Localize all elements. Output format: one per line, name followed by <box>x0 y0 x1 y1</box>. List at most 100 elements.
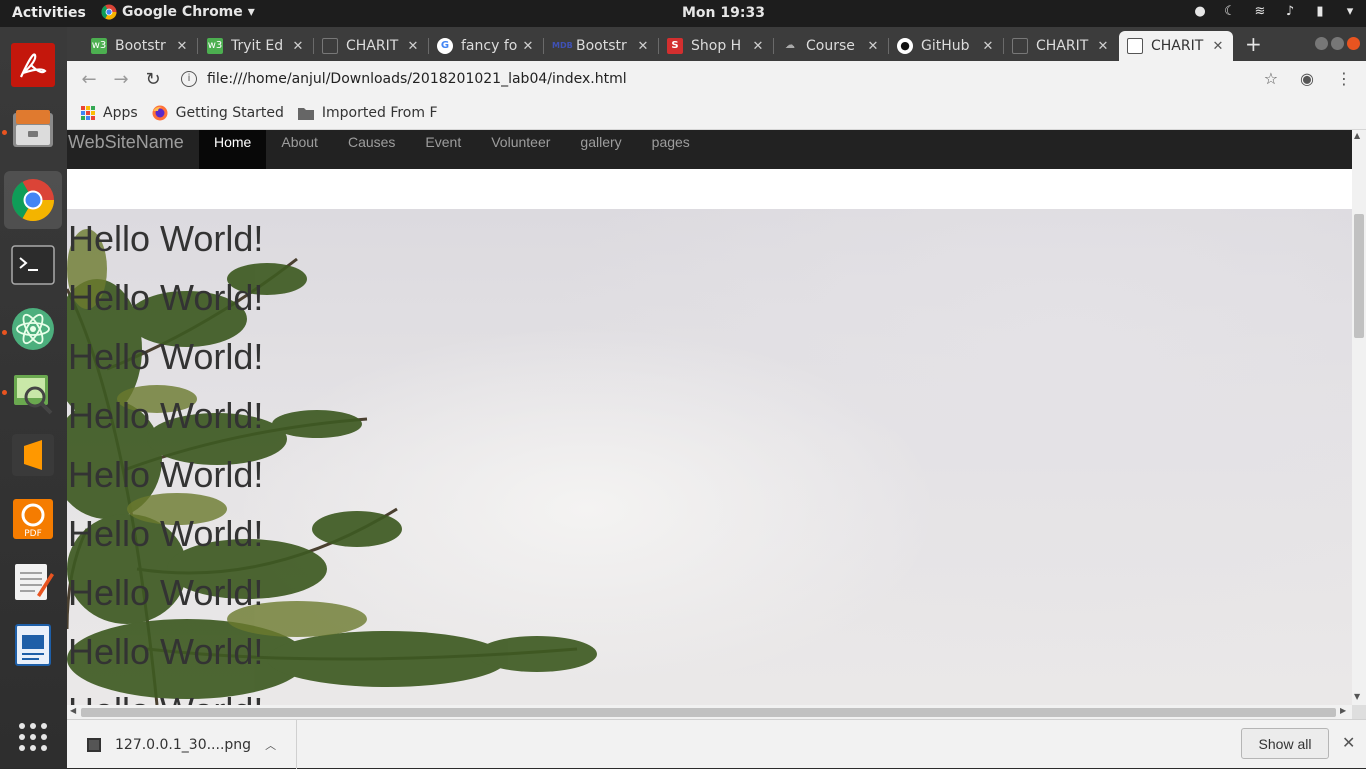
download-item[interactable]: 127.0.0.1_30....png ︿ <box>67 720 297 769</box>
clock[interactable]: Mon 19:33 <box>682 5 765 21</box>
horizontal-scroll-thumb[interactable] <box>81 708 1336 717</box>
page-viewport: WebSiteName Home About Causes Event Volu… <box>67 130 1352 705</box>
hello-heading: Hello World! <box>68 336 264 377</box>
app-menu-arrow-icon: ▾ <box>247 4 255 20</box>
nav-pages[interactable]: pages <box>637 130 705 169</box>
profile-icon[interactable]: ◉ <box>1300 69 1314 88</box>
getting-started-bookmark[interactable]: Getting Started <box>152 105 284 121</box>
apps-grid-icon <box>81 106 95 120</box>
close-tab-icon[interactable]: ✕ <box>981 39 995 54</box>
hello-heading: Hello World! <box>68 513 264 554</box>
page-icon <box>322 38 338 54</box>
close-tab-icon[interactable]: ✕ <box>866 39 880 54</box>
nav-volunteer[interactable]: Volunteer <box>476 130 565 169</box>
window-controls <box>1315 37 1360 50</box>
close-tab-icon[interactable]: ✕ <box>175 39 189 54</box>
adobe-reader-icon[interactable] <box>9 41 57 89</box>
app-name: Google Chrome <box>122 4 243 20</box>
tab-6[interactable]: ☁ Course ✕ <box>774 31 889 61</box>
scroll-right-icon[interactable]: ▶ <box>1340 706 1346 715</box>
tab-strip: w3 Bootstr ✕ w3 Tryit Ed ✕ CHARIT ✕ Gfancy fo… <box>67 27 1366 61</box>
hello-list: Hello World! Hello World! Hello World! H… <box>68 209 263 705</box>
tab-1[interactable]: w3 Tryit Ed ✕ <box>199 31 314 61</box>
hello-heading: Hello World! <box>68 454 264 495</box>
volume-icon: ♪ <box>1285 4 1295 19</box>
back-icon[interactable]: ← <box>79 69 99 90</box>
page-icon <box>1012 38 1028 54</box>
firefox-icon <box>152 105 168 121</box>
sublime-text-icon[interactable] <box>9 431 57 479</box>
close-downloads-icon[interactable]: ✕ <box>1342 733 1355 752</box>
show-applications-icon[interactable] <box>9 713 57 761</box>
bookmark-star-icon[interactable]: ☆ <box>1264 69 1278 88</box>
close-tab-icon[interactable]: ✕ <box>751 39 765 54</box>
atom-icon[interactable] <box>9 305 57 353</box>
nav-home[interactable]: Home <box>199 130 267 169</box>
google-chrome-icon[interactable] <box>4 171 62 229</box>
document-writer-icon[interactable] <box>9 621 57 669</box>
site-navbar: WebSiteName Home About Causes Event Volu… <box>67 130 1352 169</box>
tab-5[interactable]: S Shop H ✕ <box>659 31 774 61</box>
page-icon <box>1127 38 1143 54</box>
nav-causes[interactable]: Causes <box>333 130 410 169</box>
scroll-left-icon[interactable]: ◀ <box>70 706 76 715</box>
tab-2[interactable]: CHARIT ✕ <box>314 31 429 61</box>
battery-icon: ▮ <box>1316 4 1324 19</box>
new-tab-icon[interactable]: + <box>1245 32 1262 56</box>
terminal-icon[interactable] <box>9 241 57 289</box>
hello-heading: Hello World! <box>68 681 263 705</box>
close-tab-icon[interactable]: ✕ <box>1211 39 1225 54</box>
app-menu[interactable]: Google Chrome ▾ <box>101 4 255 20</box>
hero-background-image: Hello World! Hello World! Hello World! H… <box>67 209 1352 705</box>
minimize-icon[interactable] <box>1315 37 1328 50</box>
apps-bookmark[interactable]: Apps <box>81 105 138 121</box>
horizontal-scrollbar[interactable]: ◀ ▶ <box>67 705 1352 719</box>
pdf-editor-icon[interactable]: PDF <box>9 495 57 543</box>
vertical-scroll-thumb[interactable] <box>1354 214 1364 338</box>
tab-3[interactable]: Gfancy fo ✕ <box>429 31 544 61</box>
address-bar[interactable]: i file:///home/anjul/Downloads/201820102… <box>181 66 1261 92</box>
close-tab-icon[interactable]: ✕ <box>1096 39 1110 54</box>
scroll-up-icon[interactable]: ▲ <box>1354 131 1360 140</box>
close-window-icon[interactable] <box>1347 37 1360 50</box>
maximize-icon[interactable] <box>1331 37 1344 50</box>
image-file-icon <box>87 737 101 752</box>
hello-heading: Hello World! <box>68 395 264 436</box>
nav-about[interactable]: About <box>266 130 333 169</box>
tab-9-active[interactable]: CHARIT ✕ <box>1119 31 1233 61</box>
svg-text:PDF: PDF <box>24 529 42 539</box>
close-tab-icon[interactable]: ✕ <box>406 39 420 54</box>
chrome-small-icon <box>101 4 117 20</box>
download-filename: 127.0.0.1_30....png <box>115 736 252 753</box>
close-tab-icon[interactable]: ✕ <box>291 39 305 54</box>
info-icon[interactable]: i <box>181 71 197 87</box>
chevron-up-icon[interactable]: ︿ <box>265 737 276 753</box>
vertical-scrollbar[interactable]: ▲ ▼ <box>1352 130 1366 705</box>
file-manager-icon[interactable] <box>9 105 57 153</box>
hello-heading: Hello World! <box>68 277 264 318</box>
system-tray[interactable]: ● ☾ ≋ ♪ ▮ ▾ <box>1192 4 1358 20</box>
close-tab-icon[interactable]: ✕ <box>521 39 535 54</box>
menu-icon[interactable]: ⋮ <box>1336 69 1352 88</box>
image-viewer-icon[interactable] <box>9 369 57 417</box>
scroll-down-icon[interactable]: ▼ <box>1354 692 1360 701</box>
forward-icon[interactable]: → <box>111 69 131 90</box>
nav-gallery[interactable]: gallery <box>565 130 636 169</box>
cloud-icon: ☁ <box>785 40 795 51</box>
nav-event[interactable]: Event <box>410 130 476 169</box>
wifi-icon: ≋ <box>1254 4 1266 19</box>
imported-bookmark-folder[interactable]: Imported From F <box>297 105 438 121</box>
site-brand[interactable]: WebSiteName <box>68 132 184 153</box>
hello-heading: Hello World! <box>68 631 264 672</box>
site-nav-links: Home About Causes Event Volunteer galler… <box>199 130 705 169</box>
show-all-button[interactable]: Show all <box>1241 728 1329 759</box>
tab-0[interactable]: w3 Bootstr ✕ <box>83 31 198 61</box>
close-tab-icon[interactable]: ✕ <box>636 39 650 54</box>
toolbar-actions: ☆ ◉ ⋮ <box>1264 69 1352 88</box>
tab-7[interactable]: ● GitHub ✕ <box>889 31 1004 61</box>
tab-4[interactable]: MDB Bootstr ✕ <box>544 31 659 61</box>
activities-button[interactable]: Activities <box>12 5 86 21</box>
reload-icon[interactable]: ↻ <box>143 69 163 90</box>
tab-8[interactable]: CHARIT ✕ <box>1004 31 1118 61</box>
text-editor-icon[interactable] <box>9 557 57 605</box>
